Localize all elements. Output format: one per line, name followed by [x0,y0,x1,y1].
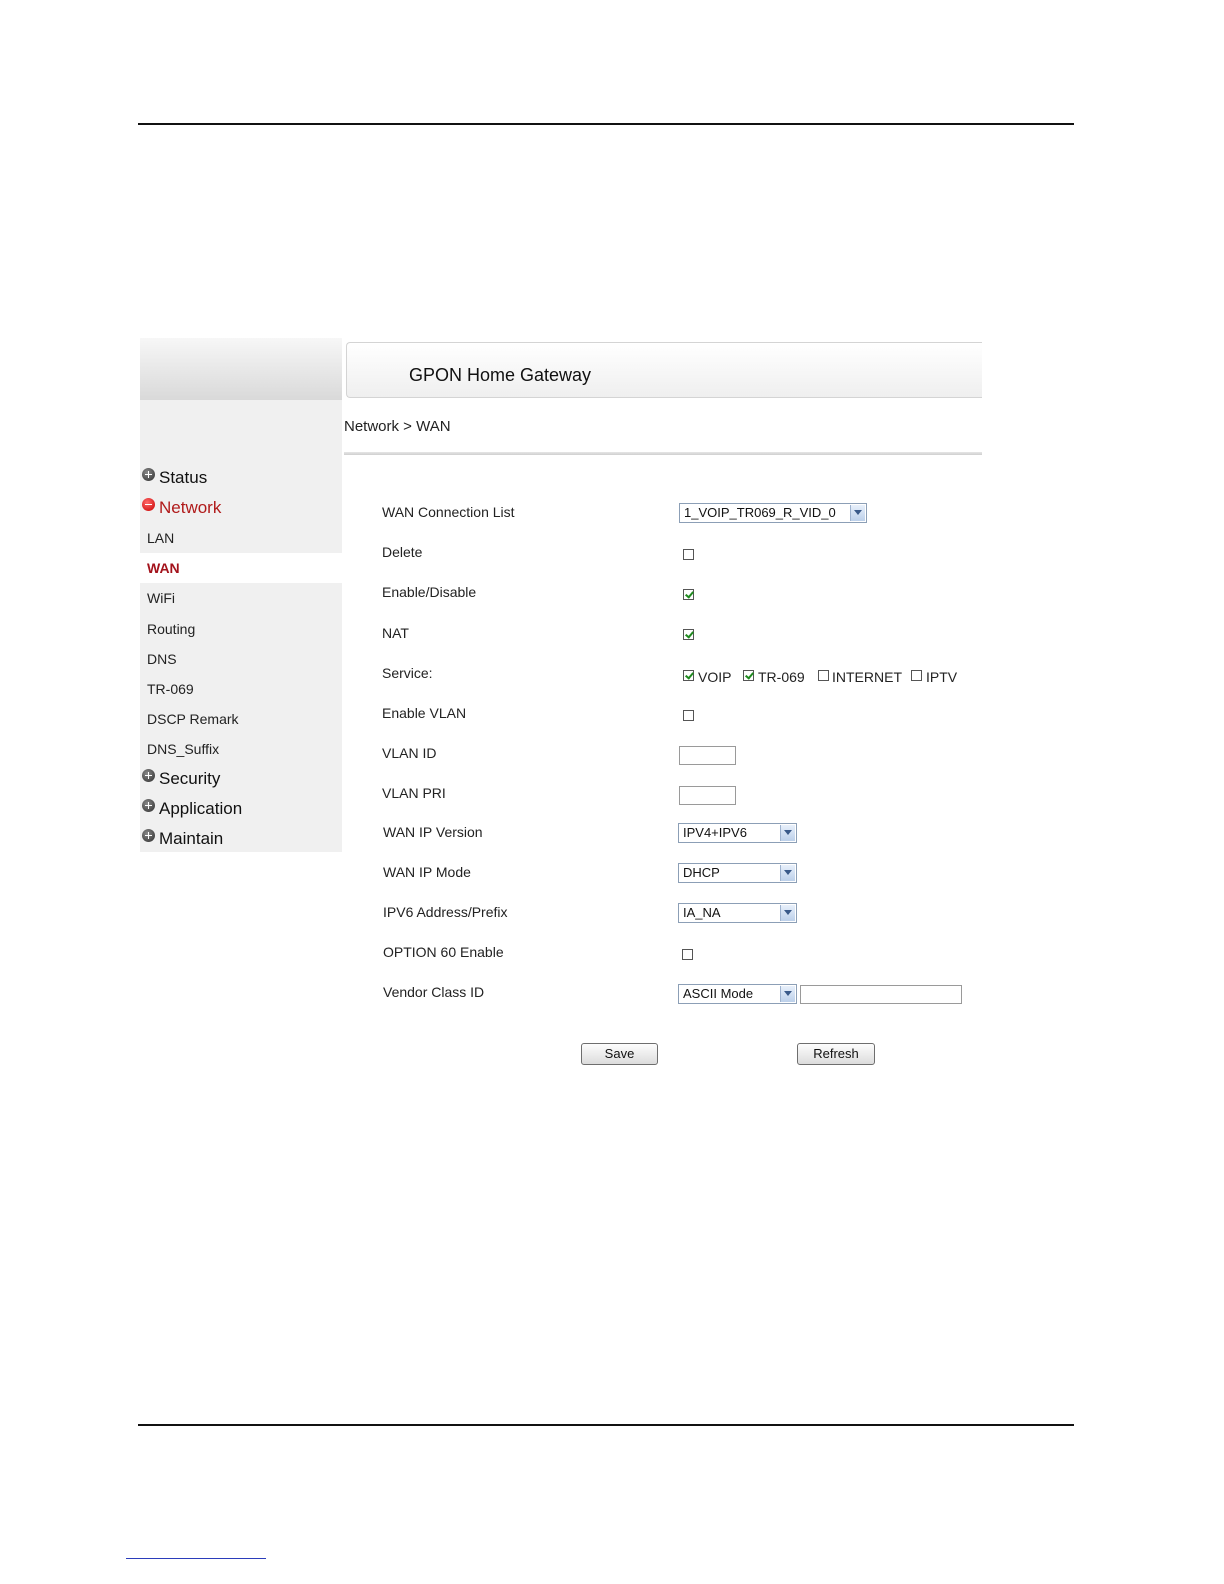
chevron-down-icon [780,905,795,921]
service-label: Service: [382,665,433,681]
select-value: DHCP [683,865,720,880]
save-button[interactable]: Save [581,1043,658,1065]
vlan-id-label: VLAN ID [382,745,437,761]
vlan-pri-input[interactable] [679,786,736,805]
nat-checkbox[interactable] [683,629,694,640]
sidebar-item-dscp-remark[interactable]: DSCP Remark [140,704,342,734]
service-tr069-label: TR-069 [758,669,805,685]
chevron-down-icon [780,986,795,1002]
select-value: 1_VOIP_TR069_R_VID_0 [684,505,836,520]
router-admin-screenshot: GPON Home Gateway Network > WAN Status N… [140,338,982,1078]
service-iptv-label: IPTV [926,669,958,685]
nav-group-label: Application [159,799,243,818]
select-value: ASCII Mode [683,986,754,1001]
expand-plus-icon [142,828,155,842]
enable-disable-checkbox[interactable] [683,589,694,600]
sidebar-item-lan[interactable]: LAN [140,523,342,553]
expand-plus-icon [142,467,155,481]
ipv6-address-prefix-label: IPV6 Address/Prefix [383,904,508,920]
page-top-rule [138,123,1074,125]
service-iptv-checkbox[interactable] [911,670,922,681]
wan-ip-mode-select[interactable]: DHCP [678,863,797,883]
service-internet-label: INTERNET [832,669,902,685]
header-bar: GPON Home Gateway [346,342,982,398]
wan-connection-list-select[interactable]: 1_VOIP_TR069_R_VID_0 [679,503,867,523]
wan-ip-version-select[interactable]: IPV4+IPV6 [678,823,797,843]
page-bottom-rule [138,1424,1074,1426]
enable-vlan-label: Enable VLAN [382,705,467,721]
wan-connection-list-label: WAN Connection List [382,504,515,520]
vendor-class-mode-select[interactable]: ASCII Mode [678,984,797,1004]
app-title: GPON Home Gateway [409,365,592,385]
chevron-down-icon [780,865,795,881]
service-voip-checkbox[interactable] [683,670,694,681]
service-tr069-checkbox[interactable] [743,670,754,681]
chevron-down-icon [780,825,795,841]
chevron-down-icon [850,505,865,521]
vendor-class-id-label: Vendor Class ID [383,984,485,1000]
nav-group-label: Maintain [159,829,224,848]
breadcrumb: Network > WAN [344,418,451,435]
service-internet-checkbox[interactable] [818,670,829,681]
sidebar-item-dns-suffix[interactable]: DNS_Suffix [140,734,342,764]
refresh-button[interactable]: Refresh [797,1043,875,1065]
vendor-class-id-input[interactable] [800,985,962,1004]
expand-plus-icon [142,798,155,812]
sidebar-item-routing[interactable]: Routing [140,614,342,644]
select-value: IA_NA [683,905,721,920]
expand-plus-icon [142,768,155,782]
nav-group-application[interactable]: Application [140,796,242,822]
nav-group-maintain[interactable]: Maintain [140,826,223,852]
enable-disable-label: Enable/Disable [382,584,477,600]
nav-group-label: Status [159,468,208,487]
vlan-id-input[interactable] [679,746,736,765]
sidebar-item-tr069[interactable]: TR-069 [140,674,342,704]
sidebar-item-wifi[interactable]: WiFi [140,583,342,613]
breadcrumb-divider [344,452,982,455]
ipv6-address-prefix-select[interactable]: IA_NA [678,903,797,923]
wan-ip-version-label: WAN IP Version [383,824,483,840]
select-value: IPV4+IPV6 [683,825,747,840]
nav-group-network[interactable]: Network [140,495,221,521]
nav-group-label: Network [159,498,222,517]
vlan-pri-label: VLAN PRI [382,785,446,801]
nat-label: NAT [382,625,409,641]
nav-group-label: Security [159,769,221,788]
option60-enable-checkbox[interactable] [682,949,693,960]
service-voip-label: VOIP [698,669,732,685]
option60-enable-label: OPTION 60 Enable [383,944,504,960]
collapse-minus-icon [142,497,155,511]
sidebar-item-wan[interactable]: WAN [140,553,342,583]
delete-label: Delete [382,544,423,560]
footer-link-underline [126,1558,266,1559]
wan-ip-mode-label: WAN IP Mode [383,864,471,880]
nav-group-security[interactable]: Security [140,766,220,792]
sidebar-item-dns[interactable]: DNS [140,644,342,674]
logo-area [140,338,342,400]
delete-checkbox[interactable] [683,549,694,560]
enable-vlan-checkbox[interactable] [683,710,694,721]
nav-group-status[interactable]: Status [140,465,207,491]
